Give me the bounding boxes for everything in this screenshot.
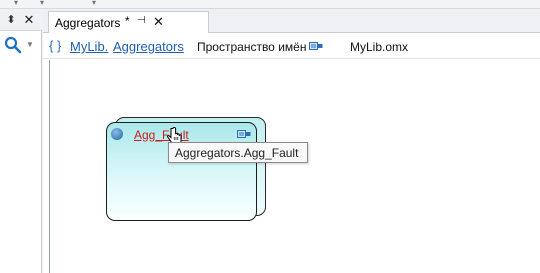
top-toolbar-strip: ▾ ▾ ▾ (0, 0, 540, 9)
ide-window: ▾ ▾ ▾ ⬍ ✕ ▼ Aggregators * ⊣ ✕ { } MyLib.… (0, 0, 540, 273)
component-type-icon (237, 130, 251, 138)
pin-icon[interactable]: ⬍ (4, 12, 18, 28)
chevron-down-icon[interactable]: ▼ (26, 39, 36, 51)
left-panel-header: ⬍ ✕ (0, 9, 42, 31)
modified-marker: * (125, 14, 130, 28)
left-dock-panel: ⬍ ✕ ▼ (0, 9, 42, 273)
namespace-kind-label: Пространство имён (197, 40, 307, 54)
component-tooltip: Aggregators.Agg_Fault (168, 142, 308, 163)
tab-title: Aggregators (55, 16, 121, 30)
pin-icon[interactable]: ⊣ (137, 15, 146, 26)
close-icon[interactable]: ✕ (153, 14, 164, 30)
component-type-icon (309, 42, 323, 50)
breadcrumb: { } MyLib. Aggregators Пространство имён… (43, 33, 540, 59)
toolbar-arrow-icon[interactable]: ▾ (92, 0, 101, 7)
component-status-icon (111, 128, 123, 140)
breadcrumb-link-mylib[interactable]: MyLib. (70, 39, 108, 54)
toolbar-arrow-icon[interactable]: ▾ (14, 0, 23, 7)
file-name: MyLib.omx (350, 40, 409, 54)
diagram-canvas[interactable]: Agg_Fault Aggregators.Agg_Fault (49, 60, 540, 273)
breadcrumb-link-aggregators[interactable]: Aggregators (113, 39, 184, 54)
toolbar-arrow-icon[interactable]: ▾ (40, 0, 49, 7)
close-icon[interactable]: ✕ (22, 12, 36, 28)
document-area: { } MyLib. Aggregators Пространство имён… (43, 33, 540, 273)
tooltip-text: Aggregators.Agg_Fault (175, 146, 299, 160)
document-tab-strip: Aggregators * ⊣ ✕ (43, 9, 540, 34)
search-icon[interactable] (4, 36, 22, 54)
tab-aggregators[interactable]: Aggregators * ⊣ ✕ (48, 11, 209, 34)
namespace-icon: { } (49, 38, 62, 53)
